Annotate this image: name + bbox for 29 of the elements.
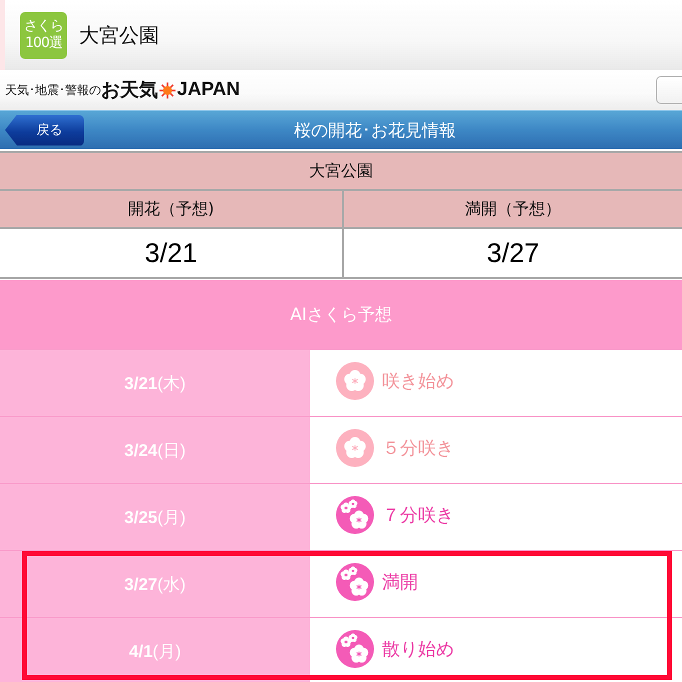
- bloom-status: ５分咲き: [382, 437, 454, 460]
- blossom-cluster-icon: [336, 630, 374, 668]
- blossom-cluster-icon: [336, 496, 374, 534]
- date-cell: 3/25(月): [0, 484, 310, 550]
- blossom-icon: [336, 362, 374, 400]
- column-heading: 開花（予想): [0, 191, 342, 227]
- page-title: 大宮公園: [79, 22, 159, 48]
- date-cell: 3/21(木): [0, 350, 310, 416]
- brand-name: JAPAN: [177, 79, 240, 101]
- blossom-cluster-icon: [336, 563, 374, 601]
- bloom-status: ７分咲き: [382, 504, 454, 527]
- brand-name: お天気: [101, 79, 158, 103]
- app-logo: さくら 100選: [20, 12, 67, 58]
- date-value: 3/21: [0, 229, 342, 277]
- date-cell: 3/27(水): [0, 551, 310, 617]
- bloom-status: 満開: [382, 571, 418, 594]
- date-value: 3/27: [344, 229, 682, 277]
- sun-icon: [159, 82, 176, 98]
- date-cell: 4/1(月): [0, 618, 310, 682]
- column-heading: 満開（予想）: [344, 191, 682, 227]
- date-cell: 3/24(日): [0, 417, 310, 483]
- back-button[interactable]: 戻る: [5, 114, 84, 146]
- brand-tagline: 天気･地震･警報の: [5, 82, 101, 98]
- bloom-status: 咲き始め: [382, 370, 454, 393]
- table-title: 大宮公園: [0, 153, 682, 189]
- section-heading: AIさくら予想: [0, 280, 682, 349]
- nav-title: 桜の開花･お花見情報: [294, 120, 456, 142]
- bloom-status: 散り始め: [382, 638, 454, 661]
- blossom-icon: [336, 429, 374, 467]
